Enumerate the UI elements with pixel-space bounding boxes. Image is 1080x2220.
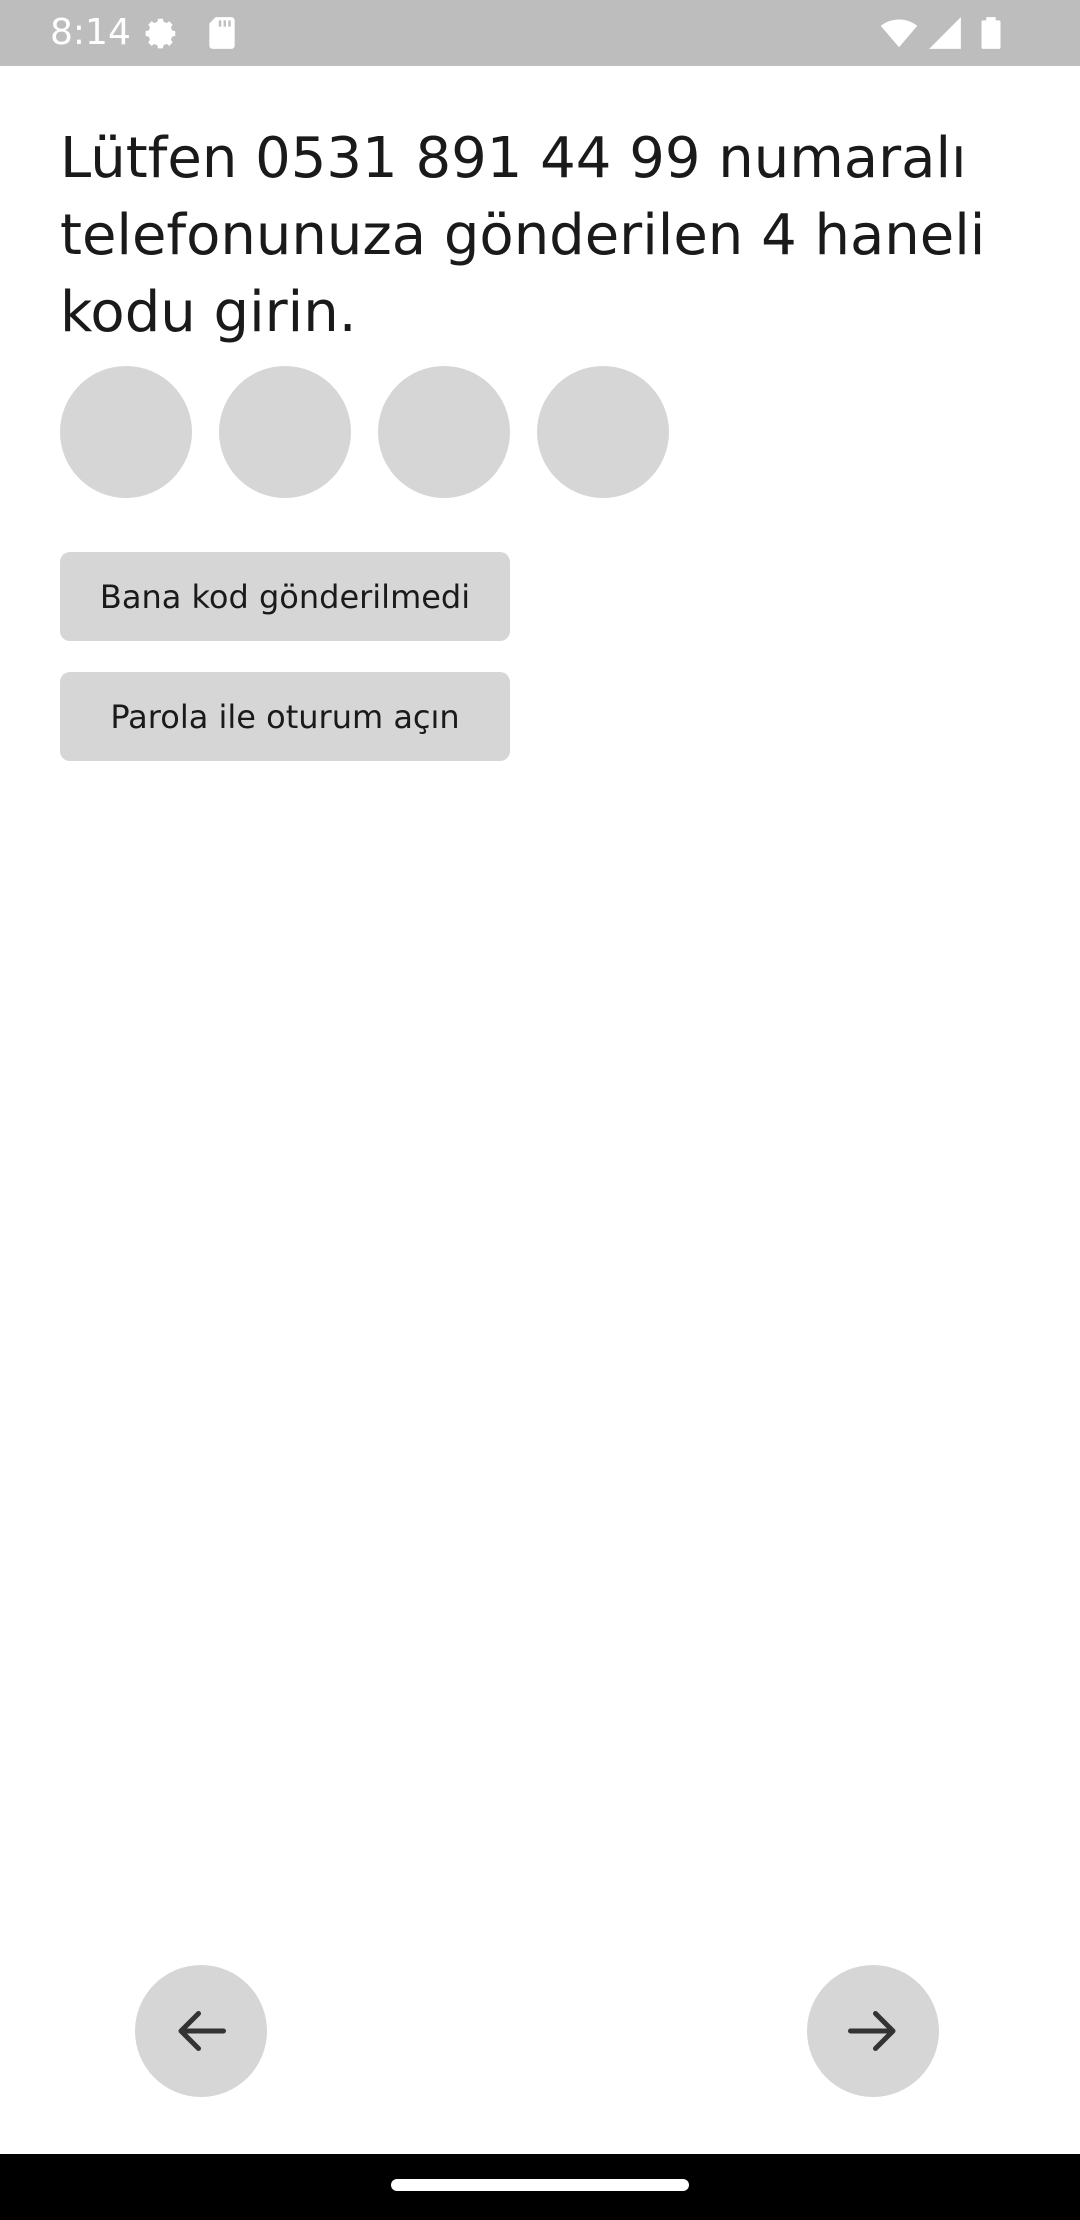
home-gesture-handle[interactable] bbox=[391, 2179, 689, 2191]
battery-icon bbox=[972, 14, 1010, 52]
code-not-received-button[interactable]: Bana kod gönderilmedi bbox=[60, 552, 510, 641]
settings-gear-icon bbox=[142, 14, 180, 52]
code-digit-3[interactable] bbox=[378, 366, 510, 498]
code-digit-1[interactable] bbox=[60, 366, 192, 498]
screen: 8:14 Lütfen 0531 891 44 99 numaralı tele… bbox=[0, 0, 1080, 2220]
verification-prompt: Lütfen 0531 891 44 99 numaralı telefonun… bbox=[60, 126, 986, 345]
cell-signal-icon bbox=[926, 14, 964, 52]
back-button[interactable] bbox=[135, 1965, 267, 2097]
password-login-button[interactable]: Parola ile oturum açın bbox=[60, 672, 510, 761]
wifi-icon bbox=[880, 14, 918, 52]
arrow-right-icon bbox=[848, 2011, 896, 2051]
status-bar: 8:14 bbox=[0, 0, 1080, 66]
arrow-left-icon bbox=[178, 2011, 226, 2051]
code-digit-2[interactable] bbox=[219, 366, 351, 498]
system-navigation-bar bbox=[0, 2154, 1080, 2220]
next-button[interactable] bbox=[807, 1965, 939, 2097]
sd-card-icon bbox=[203, 14, 241, 52]
status-time: 8:14 bbox=[50, 12, 131, 53]
code-digit-4[interactable] bbox=[537, 366, 669, 498]
